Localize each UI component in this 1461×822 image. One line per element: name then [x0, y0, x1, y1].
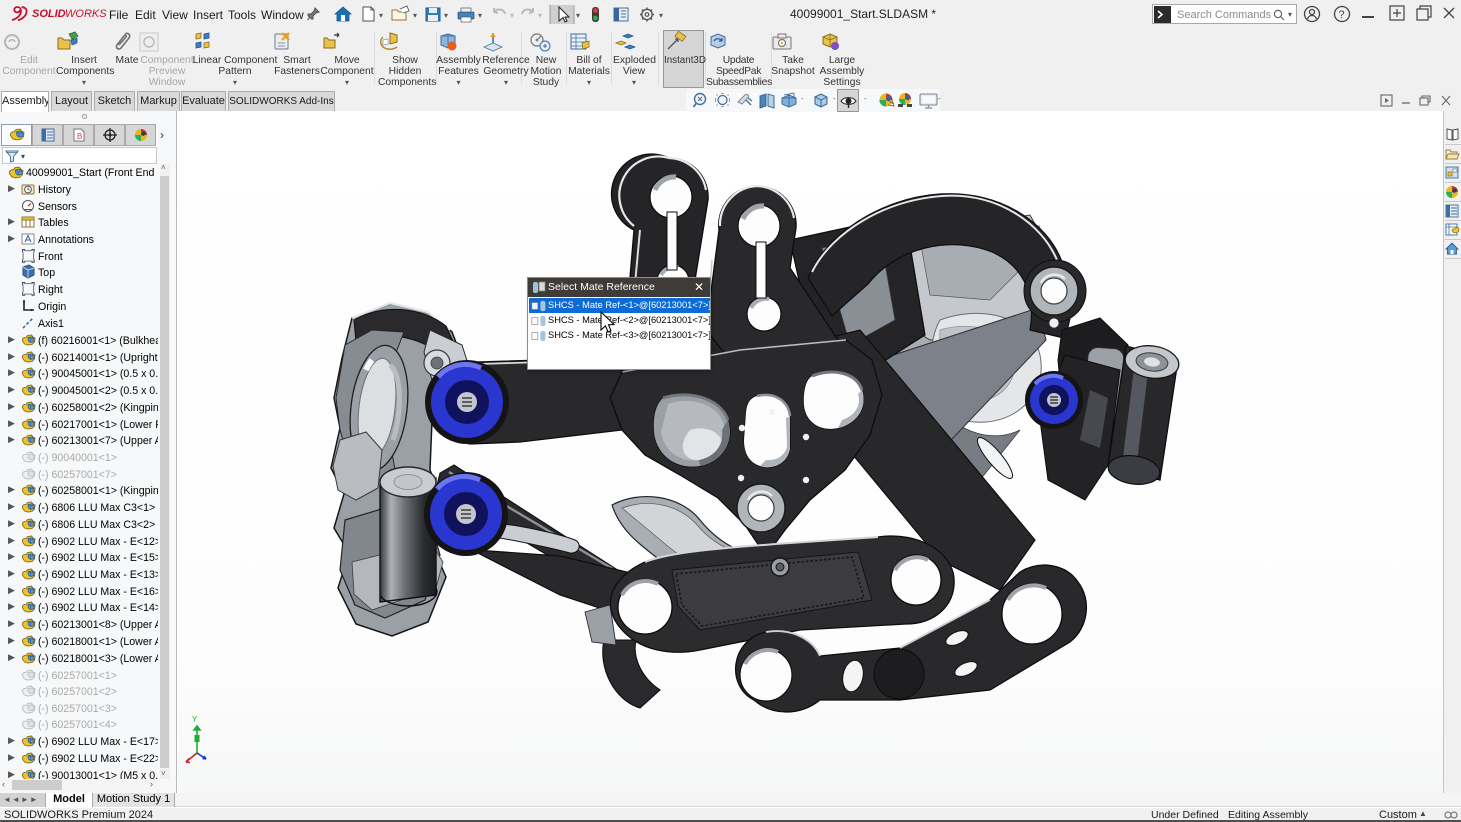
svg-text:?: ? — [1339, 9, 1345, 21]
svg-text:▾: ▾ — [538, 11, 542, 20]
svg-text:▾: ▾ — [576, 11, 580, 20]
svg-text:WORKS: WORKS — [65, 8, 107, 20]
svg-text:▾: ▾ — [444, 11, 448, 20]
svg-text:▾: ▾ — [413, 11, 417, 20]
svg-text:Y: Y — [192, 715, 198, 724]
svg-text:B: B — [77, 132, 82, 141]
svg-text:▾: ▾ — [478, 11, 482, 20]
svg-text:▾: ▾ — [659, 11, 663, 20]
svg-text:▾: ▾ — [510, 11, 514, 20]
svg-text:▾: ▾ — [379, 11, 383, 20]
svg-text:SOLID: SOLID — [32, 8, 66, 20]
